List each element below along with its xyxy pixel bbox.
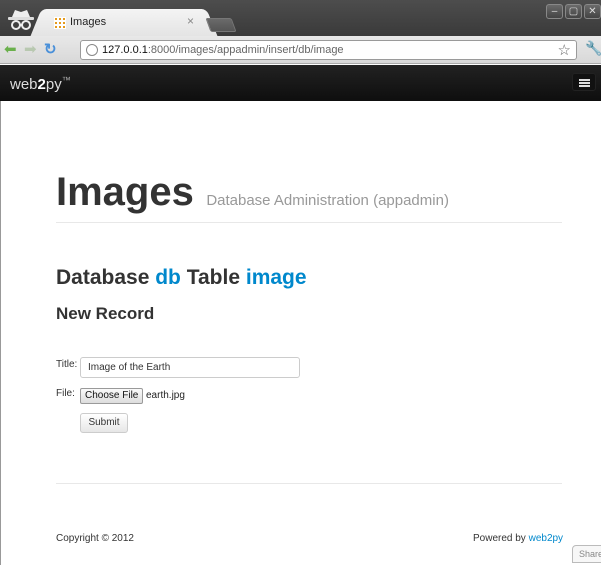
footer-divider <box>56 483 562 484</box>
browser-tab[interactable]: Images × <box>44 9 204 36</box>
share-button[interactable]: Share <box>572 545 601 563</box>
close-tab-icon[interactable]: × <box>187 14 194 28</box>
close-window-button[interactable]: ✕ <box>584 4 601 19</box>
menu-toggle-button[interactable] <box>572 73 596 91</box>
browser-toolbar: ⬅ ➡ ↻ 127.0.0.1:8000/images/appadmin/ins… <box>0 36 601 64</box>
minimize-button[interactable]: – <box>546 4 563 19</box>
file-label: File: <box>56 388 75 399</box>
db-link[interactable]: db <box>155 266 181 289</box>
window-controls: – ▢ ✕ <box>546 4 601 19</box>
header-divider <box>56 222 562 223</box>
copyright-text: Copyright © 2012 <box>56 533 134 544</box>
browser-titlebar: Images × – ▢ ✕ <box>0 0 601 36</box>
new-tab-button[interactable] <box>205 18 237 32</box>
page-subtitle: Database Administration (appadmin) <box>206 192 449 209</box>
address-bar[interactable]: 127.0.0.1:8000/images/appadmin/insert/db… <box>80 40 577 60</box>
wrench-icon[interactable]: 🔧 <box>585 40 601 57</box>
selected-file-name: earth.jpg <box>146 390 185 401</box>
globe-icon <box>86 44 98 56</box>
app-navbar: web2py™ <box>0 65 601 101</box>
table-link[interactable]: image <box>246 266 307 289</box>
web2py-link[interactable]: web2py <box>529 533 563 544</box>
page-header: Images Database Administration (appadmin… <box>56 170 449 215</box>
url-text: 127.0.0.1:8000/images/appadmin/insert/db… <box>102 44 344 56</box>
brand-logo[interactable]: web2py™ <box>10 75 71 93</box>
title-input[interactable]: Image of the Earth <box>80 357 300 378</box>
incognito-icon <box>6 7 36 33</box>
back-icon[interactable]: ⬅ <box>4 42 17 57</box>
favicon-icon <box>54 17 66 29</box>
database-table-heading: Database db Table image <box>56 266 307 289</box>
star-icon[interactable]: ☆ <box>558 41 571 59</box>
reload-icon[interactable]: ↻ <box>44 42 57 57</box>
maximize-button[interactable]: ▢ <box>565 4 582 19</box>
title-label: Title: <box>56 359 78 370</box>
new-record-heading: New Record <box>56 304 155 323</box>
page-border <box>0 101 1 565</box>
tab-title: Images <box>70 16 107 28</box>
choose-file-button[interactable]: Choose File <box>80 388 144 404</box>
submit-button[interactable]: Submit <box>80 413 128 433</box>
forward-icon[interactable]: ➡ <box>24 42 37 57</box>
page-title: Images <box>56 170 194 214</box>
powered-by: Powered by web2py <box>473 533 564 544</box>
